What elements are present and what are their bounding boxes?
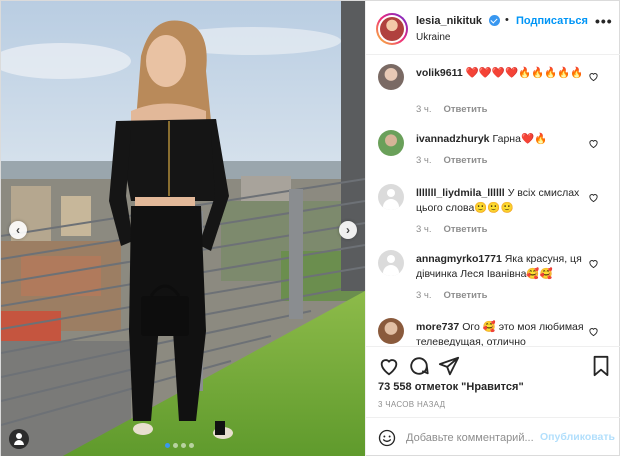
share-paper-plane-icon[interactable] — [438, 355, 460, 377]
post-side-panel: lesia_nikituk • Подписаться Ukraine ••• … — [365, 1, 620, 456]
comment-bubble-icon[interactable] — [408, 355, 430, 377]
reply-button[interactable]: Ответить — [444, 290, 488, 301]
post-header: lesia_nikituk • Подписаться Ukraine ••• — [366, 1, 620, 55]
emoji-smiley-icon[interactable] — [378, 429, 396, 447]
post-actions: 73 558 отметок "Нравится" 3 ЧАСОВ НАЗАД … — [366, 346, 620, 456]
comment-time: 3 ч. — [416, 104, 432, 115]
more-options-icon[interactable]: ••• — [595, 13, 613, 29]
comments-list[interactable]: volik9611 ❤️❤️❤️❤️🔥🔥🔥🔥🔥 3 ч. Ответить ivan… — [366, 56, 620, 346]
comment-username[interactable]: more737 — [416, 321, 459, 333]
commenter-avatar[interactable] — [378, 250, 404, 276]
save-bookmark-icon[interactable] — [590, 355, 612, 377]
commenter-avatar[interactable] — [378, 318, 404, 344]
previous-slide-button[interactable]: ‹ — [9, 221, 27, 239]
reply-button[interactable]: Ответить — [444, 155, 488, 166]
add-comment-bar: Опубликовать — [366, 417, 620, 456]
carousel-dot — [181, 443, 186, 448]
commenter-avatar[interactable] — [378, 184, 404, 210]
follow-button[interactable]: Подписаться — [516, 15, 588, 27]
like-heart-icon[interactable] — [378, 355, 400, 377]
comment-input[interactable] — [406, 429, 536, 447]
publish-button[interactable]: Опубликовать — [540, 431, 615, 443]
comment-username[interactable]: lllllll_liydmila_llllll — [416, 187, 505, 199]
comment-username[interactable]: ivannadzhuryk — [416, 133, 490, 145]
tagged-user-icon[interactable] — [9, 429, 29, 449]
verified-badge-icon — [489, 15, 500, 26]
comment-text: Гарна❤️🔥 — [492, 133, 548, 145]
post-time: 3 ЧАСОВ НАЗАД — [378, 400, 446, 409]
reply-button[interactable]: Ответить — [444, 224, 488, 235]
next-slide-button[interactable]: › — [339, 221, 357, 239]
author-avatar[interactable] — [376, 13, 408, 45]
comment-username[interactable]: volik9611 — [416, 67, 463, 79]
carousel-dot — [165, 443, 170, 448]
comment-time: 3 ч. — [416, 224, 432, 235]
like-comment-heart-icon[interactable] — [588, 192, 599, 203]
post-photo[interactable]: ‹ › — [1, 1, 365, 456]
like-comment-heart-icon[interactable] — [588, 138, 599, 149]
comment-text: ❤️❤️❤️❤️🔥🔥🔥🔥🔥 — [465, 67, 584, 79]
carousel-dot — [173, 443, 178, 448]
comment-username[interactable]: annagmyrko1771 — [416, 253, 502, 265]
photo-illustration — [1, 1, 365, 456]
commenter-avatar[interactable] — [378, 130, 404, 156]
author-username[interactable]: lesia_nikituk — [416, 15, 482, 27]
like-comment-heart-icon[interactable] — [588, 258, 599, 269]
commenter-avatar[interactable] — [378, 64, 404, 90]
post-location[interactable]: Ukraine — [416, 32, 450, 43]
post-dialog: ‹ › lesia_nikituk • Подписаться Ukraine … — [0, 0, 620, 456]
like-comment-heart-icon[interactable] — [588, 326, 599, 337]
comment-time: 3 ч. — [416, 155, 432, 166]
likes-count[interactable]: 73 558 отметок "Нравится" — [378, 381, 524, 393]
comment-time: 3 ч. — [416, 290, 432, 301]
carousel-dot — [189, 443, 194, 448]
reply-button[interactable]: Ответить — [444, 104, 488, 115]
header-separator: • — [505, 14, 509, 26]
carousel-indicator — [165, 443, 194, 448]
like-comment-heart-icon[interactable] — [588, 71, 599, 82]
